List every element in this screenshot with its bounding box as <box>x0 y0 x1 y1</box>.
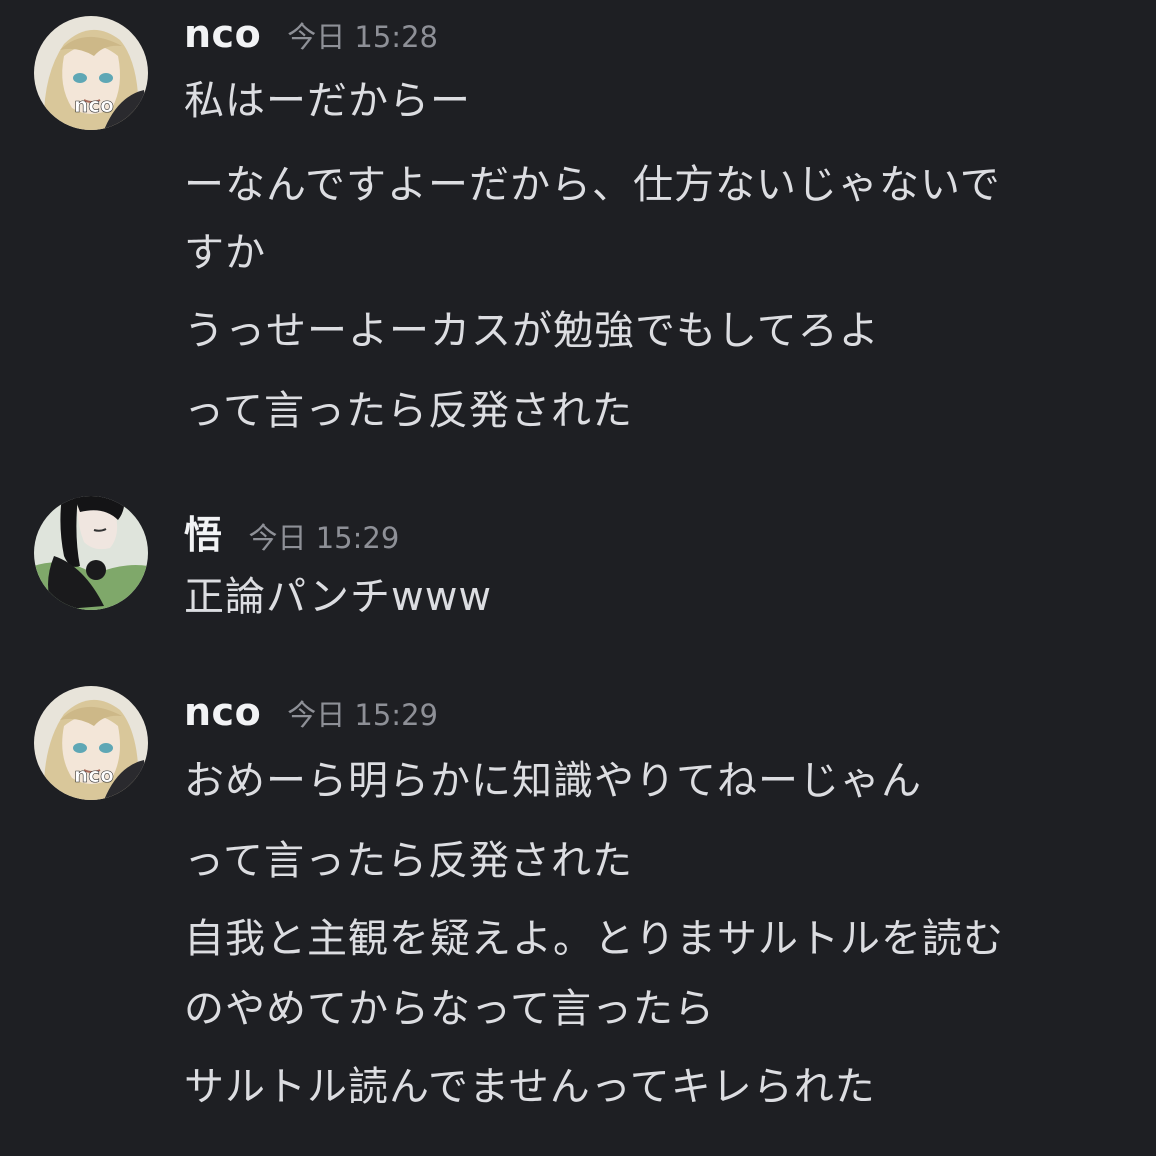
avatar-label: nco <box>74 93 114 117</box>
message-line: って言ったら反発された <box>184 838 633 884</box>
anime-girl-avatar-icon[interactable]: nco <box>34 16 148 130</box>
message-header: nco 今日 15:29 <box>184 690 438 750</box>
message-line: ーなんですよーだから、仕方ないじゃないで <box>184 162 1001 208</box>
message-line: おめーら明らかに知識やりてねーじゃん <box>184 758 922 804</box>
message-line: 自我と主観を疑えよ。とりまサルトルを読む <box>184 916 1004 962</box>
username[interactable]: 悟 <box>184 504 223 559</box>
message-line: 正論パンチwww <box>184 574 493 620</box>
message-header: 悟 今日 15:29 <box>184 504 399 564</box>
sleeping-girl-avatar-icon[interactable] <box>34 496 148 610</box>
message-line: うっせーよーカスが勉強でもしてろよ <box>184 308 880 354</box>
username[interactable]: nco <box>184 690 261 734</box>
message-line: のやめてからなって言ったら <box>184 986 715 1032</box>
timestamp: 今日 15:28 <box>287 20 438 54</box>
anime-girl-avatar-icon[interactable]: nco <box>34 686 148 800</box>
username[interactable]: nco <box>184 12 261 56</box>
message-line: サルトル読んでませんってキレられた <box>184 1064 876 1110</box>
message-line: すか <box>184 230 266 276</box>
message-line: 私はーだからー <box>184 78 471 124</box>
message-line: って言ったら反発された <box>184 388 633 434</box>
chat-message-list: nco nco 今日 15:28 私はーだからー ーなんですよーだから、仕方ない… <box>0 0 1156 1156</box>
message-header: nco 今日 15:28 <box>184 12 438 72</box>
timestamp: 今日 15:29 <box>248 521 400 555</box>
timestamp: 今日 15:29 <box>287 698 438 732</box>
avatar-label: nco <box>74 763 114 787</box>
